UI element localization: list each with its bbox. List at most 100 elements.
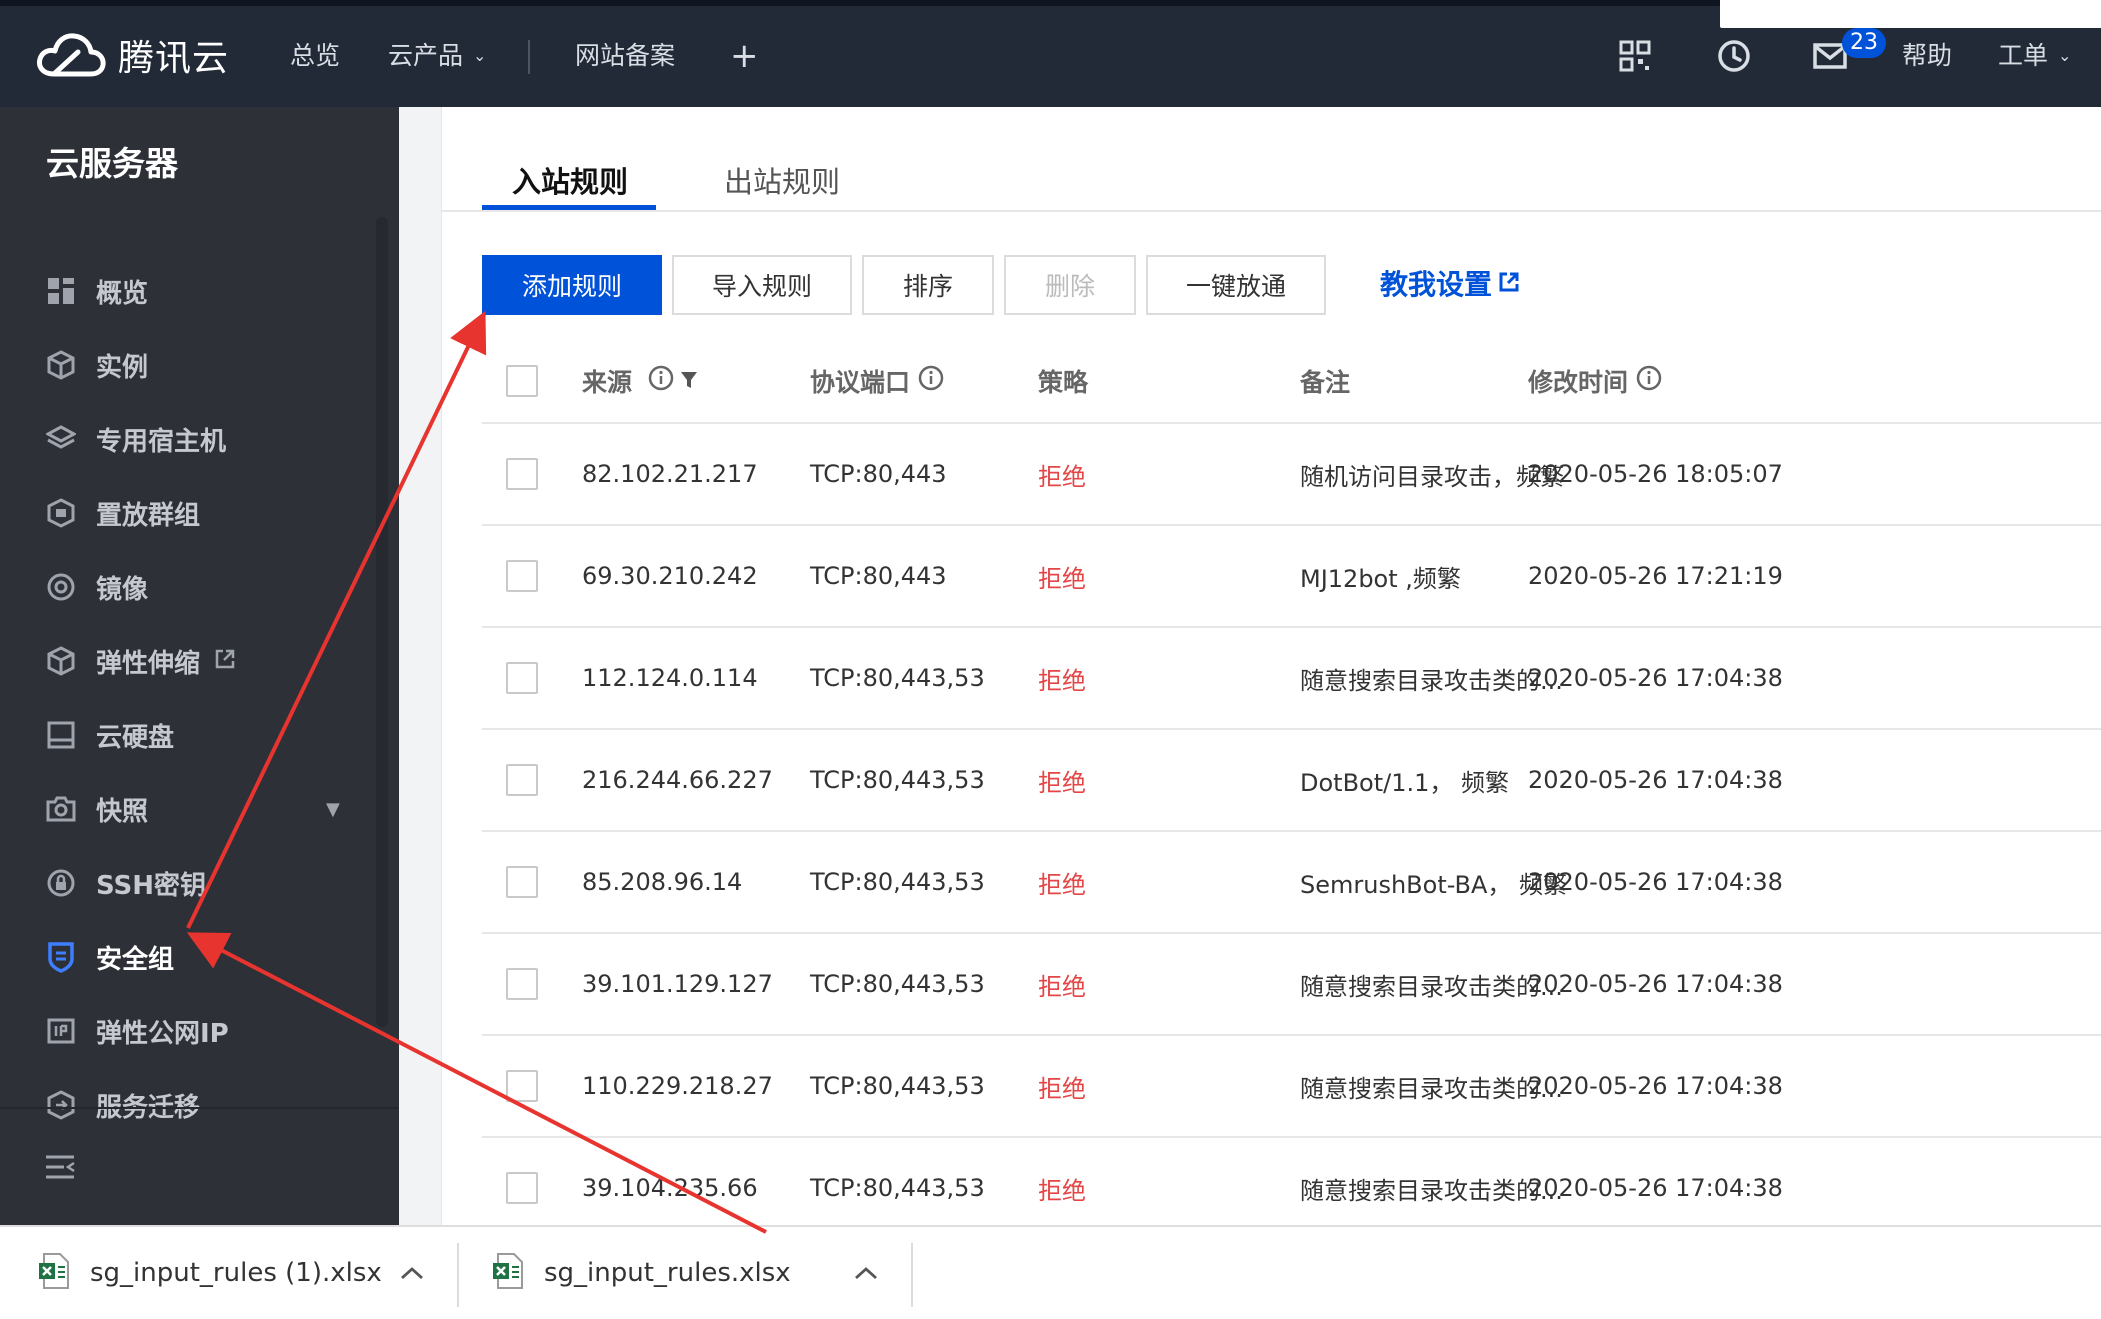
port-cell: TCP:80,443,53 <box>810 664 985 692</box>
delete-button[interactable]: 删除 <box>1004 255 1136 315</box>
help-setup-link[interactable]: 教我设置 <box>1380 263 1520 303</box>
row-checkbox[interactable] <box>506 764 538 796</box>
import-rule-button[interactable]: 导入规则 <box>672 255 852 315</box>
info-icon[interactable] <box>648 365 674 397</box>
excel-file-icon <box>38 1253 70 1293</box>
modified-cell: 2020-05-26 17:04:38 <box>1528 664 1783 692</box>
nav-separator <box>528 40 530 74</box>
header-modified: 修改时间 <box>1528 340 1662 422</box>
sidebar-item-label: 服务迁移 <box>96 1092 201 1123</box>
table-row: 85.208.96.14 TCP:80,443,53 拒绝 SemrushBot… <box>482 832 2101 934</box>
header-remark: 备注 <box>1300 368 1351 397</box>
policy-cell: 拒绝 <box>1038 1176 1086 1205</box>
ip-icon <box>44 1014 78 1048</box>
chevron-down-icon: ⌄ <box>473 46 487 65</box>
sidebar-item-instances[interactable]: 实例 <box>0 337 370 393</box>
camera-icon <box>44 792 78 826</box>
row-checkbox[interactable] <box>506 968 538 1000</box>
table-row: 39.101.129.127 TCP:80,443,53 拒绝 随意搜索目录攻击… <box>482 934 2101 1036</box>
sidebar-scrollbar[interactable] <box>376 217 388 1027</box>
open-all-button[interactable]: 一键放通 <box>1146 255 1326 315</box>
policy-cell: 拒绝 <box>1038 1074 1086 1103</box>
sidebar-item-ssh-key[interactable]: SSH密钥 <box>0 855 370 911</box>
top-navbar: 腾讯云 总览 云产品 ⌄ 网站备案 + 23 帮助 工单 ⌄ <box>0 0 2101 107</box>
remark-cell: 随意搜索目录攻击类的... <box>1300 972 1563 1001</box>
nav-ticket[interactable]: 工单 ⌄ <box>1998 36 2071 76</box>
shield-icon <box>44 940 78 974</box>
disc-icon <box>44 570 78 604</box>
sidebar-item-images[interactable]: 镜像 <box>0 559 370 615</box>
sidebar-item-placement-group[interactable]: 置放群组 <box>0 485 370 541</box>
sidebar-item-label: 置放群组 <box>96 500 201 531</box>
info-icon[interactable] <box>918 365 944 397</box>
qrcode-svg <box>1619 40 1651 72</box>
info-icon[interactable] <box>1636 365 1662 397</box>
mail-count-badge: 23 <box>1842 28 1886 58</box>
key-icon <box>44 866 78 900</box>
remark-cell: MJ12bot ,频繁 <box>1300 564 1461 593</box>
sidebar-item-auto-scaling[interactable]: 弹性伸缩 <box>0 633 370 689</box>
source-cell: 216.244.66.227 <box>582 766 773 794</box>
sidebar-item-label: 概览 <box>96 278 149 309</box>
remark-cell: 随意搜索目录攻击类的... <box>1300 666 1563 695</box>
source-cell: 82.102.21.217 <box>582 460 758 488</box>
select-all-checkbox[interactable] <box>506 365 538 397</box>
source-cell: 110.229.218.27 <box>582 1072 773 1100</box>
nav-icp[interactable]: 网站备案 <box>575 36 675 76</box>
chevron-down-icon: ⌄ <box>2058 46 2072 65</box>
row-checkbox[interactable] <box>506 1070 538 1102</box>
chevron-up-icon[interactable] <box>394 1255 430 1291</box>
clock-icon[interactable] <box>1716 38 1752 74</box>
caret-down-icon[interactable]: ▼ <box>326 799 340 820</box>
tab-outbound[interactable]: 出站规则 <box>724 159 840 201</box>
download-filename: sg_input_rules.xlsx <box>544 1258 791 1288</box>
modified-cell: 2020-05-26 17:04:38 <box>1528 1072 1783 1100</box>
nav-help[interactable]: 帮助 <box>1902 36 1952 76</box>
header-policy: 策略 <box>1038 368 1089 397</box>
sidebar-item-label: 镜像 <box>96 574 149 605</box>
row-checkbox[interactable] <box>506 866 538 898</box>
sidebar-item-security-group[interactable]: 安全组 <box>0 929 370 985</box>
sidebar-item-label: 快照 <box>96 796 149 827</box>
nav-overview[interactable]: 总览 <box>290 36 340 76</box>
nav-add-shortcut[interactable]: + <box>730 36 759 76</box>
collapse-menu-icon[interactable] <box>44 1153 76 1185</box>
remark-cell: 随意搜索目录攻击类的... <box>1300 1176 1563 1205</box>
row-checkbox[interactable] <box>506 458 538 490</box>
nav-icp-label: 网站备案 <box>575 41 676 70</box>
sort-button[interactable]: 排序 <box>862 255 994 315</box>
row-checkbox[interactable] <box>506 662 538 694</box>
sidebar-item-migration[interactable]: 服务迁移 <box>0 1077 370 1133</box>
nav-products[interactable]: 云产品 ⌄ <box>388 36 486 76</box>
tab-inbound[interactable]: 入站规则 <box>512 159 628 201</box>
main-content: 入站规则 出站规则 添加规则 导入规则 排序 删除 一键放通 教我设置 来源 协… <box>441 107 2101 1225</box>
header-source-label: 来源 <box>582 368 633 397</box>
table-row: 216.244.66.227 TCP:80,443,53 拒绝 DotBot/1… <box>482 730 2101 832</box>
row-checkbox[interactable] <box>506 560 538 592</box>
sidebar-divider <box>0 1107 399 1109</box>
filter-icon[interactable] <box>680 367 698 396</box>
download-item[interactable]: sg_input_rules.xlsx <box>492 1227 791 1319</box>
sidebar-item-cloud-disk[interactable]: 云硬盘 <box>0 707 370 763</box>
chevron-up-icon[interactable] <box>848 1255 884 1291</box>
sidebar-item-dedicated-host[interactable]: 专用宿主机 <box>0 411 370 467</box>
sidebar-item-elastic-ip[interactable]: 弹性公网IP <box>0 1003 370 1059</box>
modified-cell: 2020-05-26 17:21:19 <box>1528 562 1783 590</box>
clock-svg <box>1718 40 1750 72</box>
sidebar-item-overview[interactable]: 概览 <box>0 263 370 319</box>
sidebar-title: 云服务器 <box>46 144 178 183</box>
tencent-cloud-logo[interactable]: 腾讯云 <box>36 30 229 80</box>
sidebar-item-label: 弹性公网IP <box>96 1018 229 1049</box>
tabs-divider <box>442 210 2101 212</box>
qrcode-icon[interactable] <box>1617 38 1653 74</box>
table-row: 112.124.0.114 TCP:80,443,53 拒绝 随意搜索目录攻击类… <box>482 628 2101 730</box>
add-rule-button[interactable]: 添加规则 <box>482 255 662 315</box>
sidebar-item-snapshot[interactable]: 快照 ▼ <box>0 781 370 837</box>
sidebar-item-label: 弹性伸缩 <box>96 648 201 679</box>
header-port: 协议端口 <box>810 340 944 422</box>
download-item[interactable]: sg_input_rules (1).xlsx <box>38 1227 382 1319</box>
row-checkbox[interactable] <box>506 1172 538 1204</box>
header-source: 来源 <box>582 340 698 422</box>
cloud-logo-icon <box>37 33 106 77</box>
modified-cell: 2020-05-26 17:04:38 <box>1528 868 1783 896</box>
